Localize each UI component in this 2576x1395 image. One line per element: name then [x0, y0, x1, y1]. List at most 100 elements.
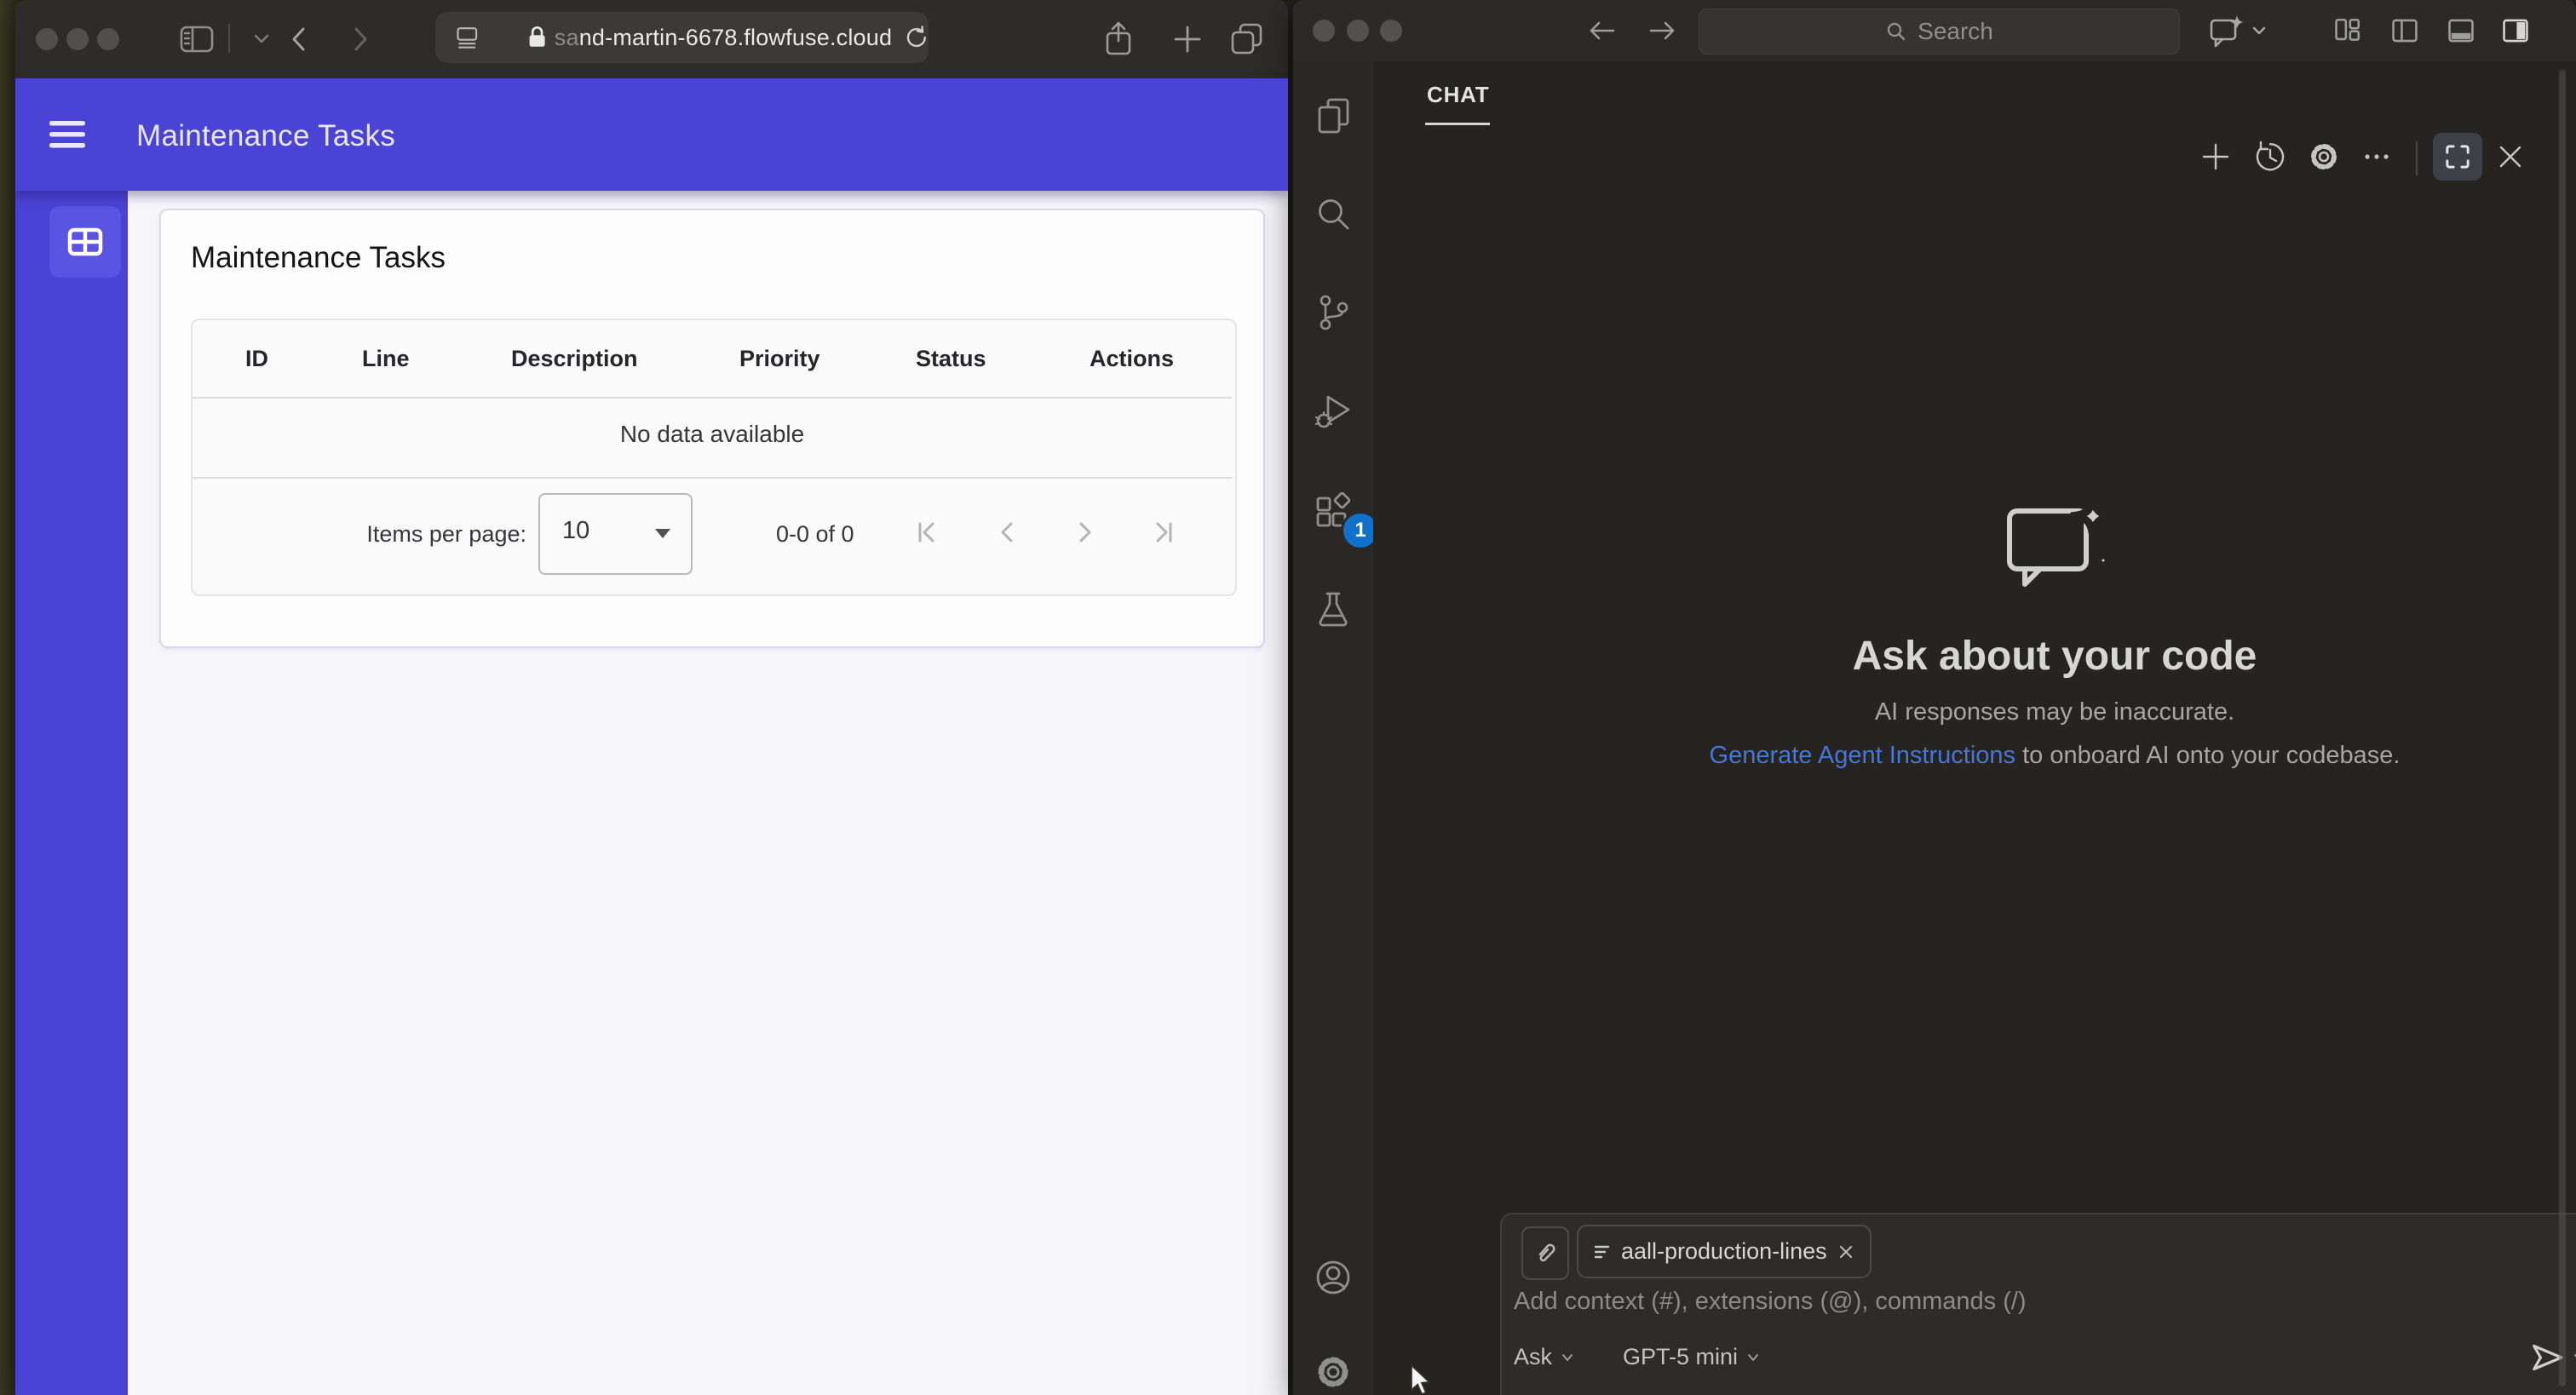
settings-gear-icon[interactable] — [1314, 1352, 1353, 1392]
chat-settings-gear-icon[interactable] — [2307, 140, 2341, 174]
forward-icon[interactable] — [348, 23, 373, 55]
chat-empty-state: Ask about your code AI responses may be … — [1453, 487, 2576, 770]
col-header-description: Description — [511, 346, 638, 371]
mouse-cursor — [1411, 1364, 1431, 1395]
select-caret-icon — [655, 529, 670, 538]
command-center-search[interactable]: Search — [1699, 9, 2180, 55]
maintenance-tasks-card: Maintenance Tasks ID Line Description Pr… — [159, 209, 1265, 648]
close-traffic-light[interactable] — [36, 28, 58, 50]
desktop: sand-martin-6678.flowfuse.cloud Maintena… — [0, 0, 2576, 1395]
maximize-brackets-icon — [2446, 145, 2470, 169]
row-divider — [193, 397, 1232, 399]
vscode-titlebar: Search — [1293, 0, 2576, 61]
url-text: sand-martin-6678.flowfuse.cloud — [554, 24, 893, 50]
chip-close-icon[interactable] — [1836, 1242, 1856, 1262]
empty-table-message: No data available — [619, 421, 805, 447]
chat-input-placeholder[interactable]: Add context (#), extensions (@), command… — [1514, 1288, 2027, 1316]
model-picker[interactable]: GPT-5 mini — [1623, 1344, 1762, 1370]
send-button[interactable] — [2528, 1339, 2576, 1376]
run-debug-icon[interactable] — [1314, 392, 1353, 431]
toggle-sidebar-icon[interactable] — [2390, 16, 2419, 45]
source-control-icon[interactable] — [1314, 293, 1353, 332]
more-ellipsis-icon[interactable] — [2360, 140, 2394, 174]
empty-state-link-line: Generate Agent Instructions to onboard A… — [1709, 742, 2401, 769]
safari-toolbar: sand-martin-6678.flowfuse.cloud — [15, 0, 1288, 79]
first-page-icon[interactable] — [911, 516, 943, 548]
page-size-value: 10 — [562, 517, 590, 544]
activity-bar: 1 — [1293, 61, 1380, 1395]
toggle-secondary-sidebar-icon[interactable] — [2501, 16, 2530, 45]
hamburger-menu-icon[interactable] — [46, 116, 90, 153]
layout-customize-icon[interactable] — [2333, 16, 2362, 45]
card-title: Maintenance Tasks — [191, 241, 446, 274]
attach-context-button[interactable] — [1521, 1226, 1569, 1280]
account-icon[interactable] — [1314, 1258, 1353, 1297]
empty-state-title: Ask about your code — [1852, 634, 2257, 679]
context-chip-label: aall-production-lines — [1621, 1238, 1827, 1264]
generate-agent-instructions-link[interactable]: Generate Agent Instructions — [1710, 742, 2016, 769]
testing-flask-icon[interactable] — [1314, 589, 1353, 629]
chat-panel: CHAT Ask about your code AI responses ma… — [1373, 61, 2576, 1395]
maximize-panel-button[interactable] — [2433, 133, 2482, 181]
vscode-window: Search 1 CHAT Ask about your code AI res… — [1293, 0, 2576, 1395]
mode-caret-icon — [1562, 1353, 1573, 1361]
page-size-select[interactable]: 10 — [538, 493, 693, 575]
col-header-actions: Actions — [1090, 346, 1175, 371]
empty-state-subtitle: AI responses may be inaccurate. — [1874, 698, 2235, 726]
reload-icon[interactable] — [904, 24, 929, 51]
col-header-line: Line — [362, 346, 410, 371]
copilot-icon[interactable] — [2206, 14, 2268, 51]
table-grid-icon — [67, 227, 103, 256]
tasks-table: ID Line Description Priority Status Acti… — [191, 319, 1237, 596]
header-divider — [2416, 141, 2418, 175]
next-page-icon[interactable] — [1069, 516, 1101, 548]
new-tab-icon[interactable] — [1172, 24, 1203, 55]
history-icon[interactable] — [2253, 140, 2287, 174]
pagination-bar: Items per page: 10 0-0 of 0 — [193, 477, 1232, 593]
mode-picker[interactable]: Ask — [1514, 1344, 1576, 1370]
back-icon[interactable] — [286, 23, 312, 55]
model-caret-icon — [1748, 1353, 1759, 1361]
chat-input-container[interactable]: aall-production-lines Add context (#), e… — [1500, 1213, 2576, 1395]
last-page-icon[interactable] — [1147, 516, 1180, 548]
paperclip-icon — [1538, 1243, 1555, 1261]
appbar-title: Maintenance Tasks — [136, 119, 396, 152]
new-chat-plus-icon[interactable] — [2199, 140, 2233, 174]
chevron-down-icon[interactable] — [250, 32, 273, 47]
sidebar-item-maintenance[interactable] — [49, 206, 121, 278]
send-caret-icon[interactable] — [2571, 1349, 2576, 1366]
nav-forward-icon[interactable] — [1646, 18, 1678, 43]
toggle-panel-icon[interactable] — [2447, 16, 2475, 45]
minimize-traffic-light[interactable] — [66, 28, 89, 50]
panel-scrollbar[interactable] — [2559, 70, 2566, 1386]
chat-sparkle-icon — [2007, 493, 2116, 587]
col-header-priority: Priority — [739, 346, 820, 371]
dashboard-sidebar — [15, 191, 128, 1395]
zoom-traffic-light[interactable] — [1380, 20, 1402, 42]
tabs-overview-icon[interactable] — [1228, 21, 1266, 57]
context-chip[interactable]: aall-production-lines — [1577, 1225, 1872, 1278]
minimize-traffic-light[interactable] — [1347, 20, 1369, 42]
toolbar-divider — [228, 24, 230, 53]
page-range-text: 0-0 of 0 — [776, 521, 854, 547]
dashboard-appbar: Maintenance Tasks — [15, 78, 1288, 191]
address-bar[interactable]: sand-martin-6678.flowfuse.cloud — [435, 12, 929, 63]
explorer-icon[interactable] — [1314, 95, 1353, 135]
search-icon[interactable] — [1314, 195, 1353, 234]
page-settings-icon[interactable] — [454, 23, 480, 52]
sidebar-toggle-icon[interactable] — [179, 23, 215, 55]
search-icon — [1887, 22, 1906, 41]
tab-chat[interactable]: CHAT — [1427, 82, 1489, 108]
safari-window: sand-martin-6678.flowfuse.cloud Maintena… — [15, 0, 1288, 1395]
close-traffic-light[interactable] — [1313, 20, 1335, 42]
share-icon[interactable] — [1102, 19, 1135, 60]
mode-label: Ask — [1514, 1344, 1553, 1369]
model-label: GPT-5 mini — [1623, 1344, 1739, 1369]
prev-page-icon[interactable] — [991, 516, 1023, 548]
context-list-icon — [1594, 1245, 1610, 1258]
chat-tab-underline — [1425, 123, 1490, 125]
zoom-traffic-light[interactable] — [97, 28, 119, 50]
close-panel-icon[interactable] — [2493, 140, 2527, 174]
nav-back-icon[interactable] — [1586, 18, 1619, 43]
lock-icon — [529, 26, 545, 47]
